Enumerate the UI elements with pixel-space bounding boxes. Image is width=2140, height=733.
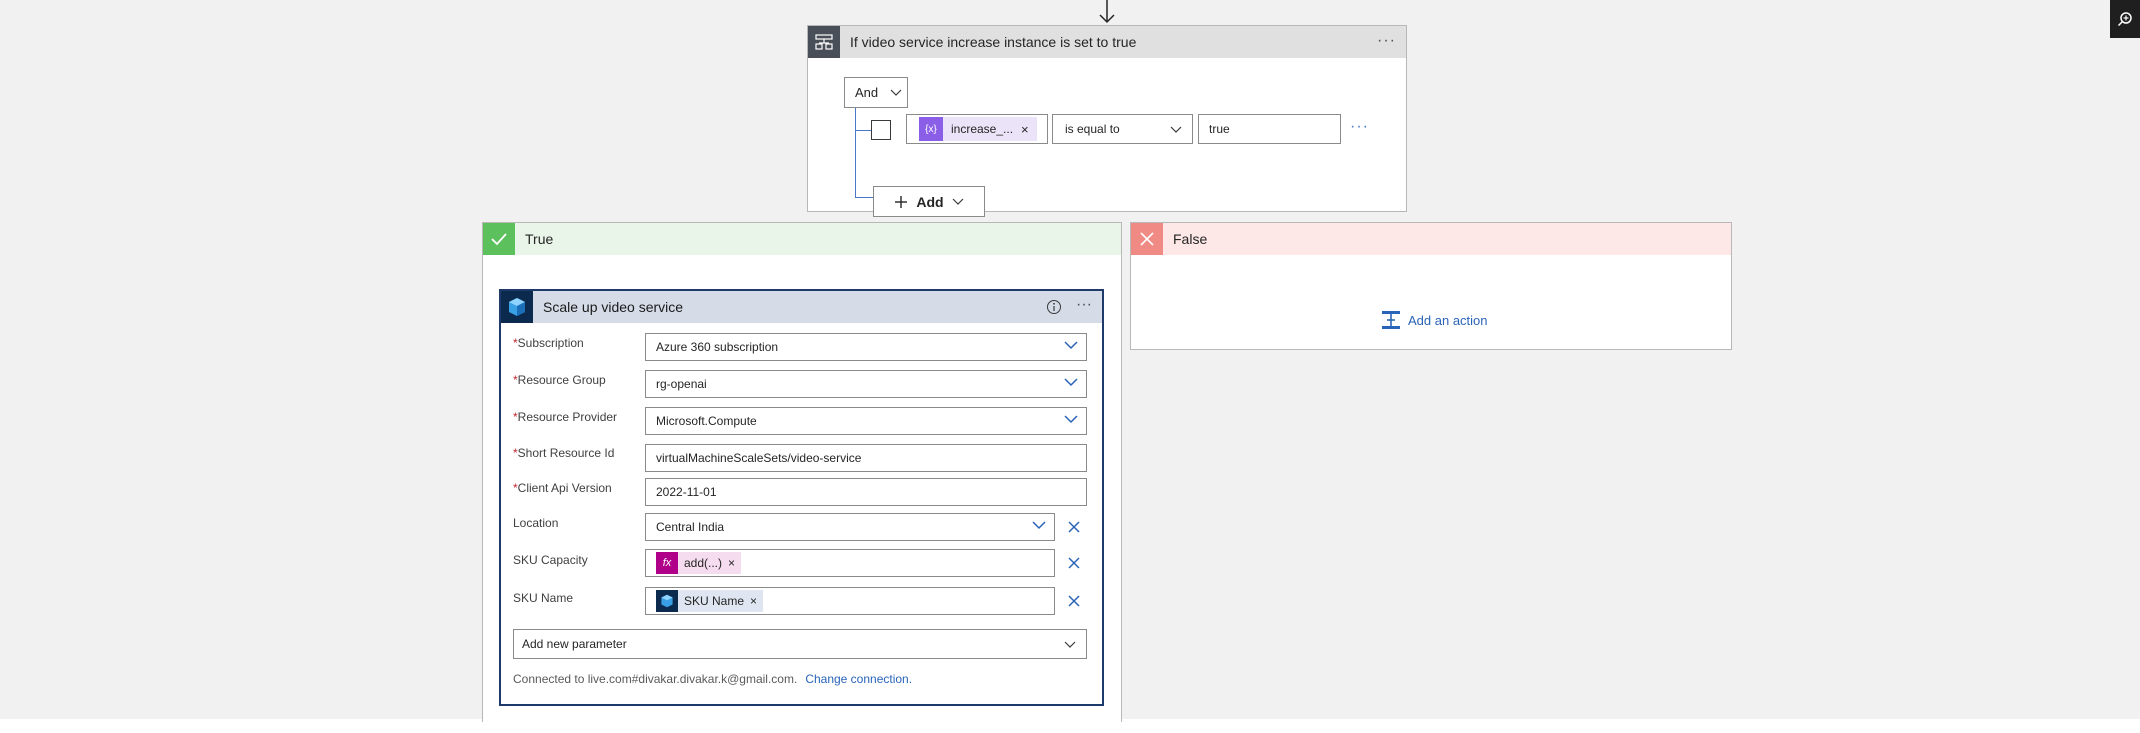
- resource-group-dropdown[interactable]: rg-openai: [645, 370, 1087, 398]
- condition-header[interactable]: If video service increase instance is se…: [808, 26, 1406, 58]
- clear-sku-name-icon[interactable]: [1067, 594, 1081, 608]
- action-menu-button[interactable]: ···: [1076, 296, 1092, 314]
- action-header[interactable]: Scale up video service ···: [501, 291, 1102, 323]
- expression-token-label: add(...): [684, 556, 723, 570]
- connected-text: Connected to live.com#divakar.divakar.k@…: [513, 672, 798, 686]
- chevron-down-icon: [1032, 521, 1046, 530]
- vm-scale-set-icon: [501, 291, 533, 323]
- add-new-parameter-dropdown[interactable]: Add new parameter: [513, 629, 1087, 659]
- zoom-in-button[interactable]: [2110, 0, 2140, 38]
- add-action-icon: [1382, 311, 1400, 329]
- false-branch-title: False: [1173, 231, 1208, 247]
- condition-title: If video service increase instance is se…: [850, 34, 1137, 50]
- short-resource-id-value: virtualMachineScaleSets/video-service: [656, 451, 862, 465]
- subscription-dropdown[interactable]: Azure 360 subscription: [645, 333, 1087, 361]
- variable-token-label: increase_...: [951, 122, 1014, 136]
- condition-value-input[interactable]: true: [1198, 114, 1341, 144]
- remove-token-icon[interactable]: ×: [750, 594, 763, 608]
- chevron-down-icon: [952, 198, 964, 205]
- resource-provider-value: Microsoft.Compute: [656, 414, 757, 428]
- remove-token-icon[interactable]: ×: [1021, 122, 1037, 137]
- param-label-short-resource-id: *Short Resource Id: [513, 446, 615, 460]
- tree-connector: [855, 108, 856, 198]
- dynamic-token-label: SKU Name: [684, 594, 745, 608]
- add-label: Add: [916, 193, 944, 210]
- client-api-version-input[interactable]: 2022-11-01: [645, 478, 1087, 506]
- dynamic-content-token[interactable]: SKU Name ×: [656, 590, 764, 612]
- group-operator-label: And: [855, 85, 879, 100]
- param-label-location: Location: [513, 516, 559, 530]
- variable-icon: {x}: [919, 117, 943, 141]
- param-label-subscription: *Subscription: [513, 336, 584, 350]
- row-checkbox[interactable]: [871, 120, 891, 140]
- short-resource-id-input[interactable]: virtualMachineScaleSets/video-service: [645, 444, 1087, 472]
- sku-name-input[interactable]: SKU Name ×: [645, 587, 1055, 615]
- chevron-down-icon: [890, 89, 902, 96]
- chevron-down-icon: [1064, 341, 1078, 350]
- vm-scale-set-icon: [656, 590, 678, 612]
- chevron-down-icon: [1170, 126, 1182, 133]
- check-icon: [483, 223, 515, 255]
- fx-icon: fx: [656, 552, 678, 574]
- change-connection-link[interactable]: Change connection.: [805, 672, 912, 686]
- subscription-value: Azure 360 subscription: [656, 340, 779, 354]
- resource-group-value: rg-openai: [656, 377, 707, 391]
- add-condition-button[interactable]: Add: [873, 186, 985, 217]
- client-api-version-value: 2022-11-01: [656, 485, 717, 499]
- info-icon[interactable]: [1046, 299, 1062, 315]
- chevron-down-icon: [1064, 641, 1076, 648]
- operator-dropdown[interactable]: is equal to: [1052, 114, 1193, 144]
- param-label-resource-provider: *Resource Provider: [513, 410, 618, 424]
- sku-capacity-input[interactable]: fx add(...) ×: [645, 549, 1055, 577]
- variable-token[interactable]: {x} increase_... ×: [919, 117, 1037, 141]
- param-label-resource-group: *Resource Group: [513, 373, 606, 387]
- expression-token[interactable]: fx add(...) ×: [656, 552, 742, 574]
- clear-sku-capacity-icon[interactable]: [1067, 556, 1081, 570]
- action-title: Scale up video service: [543, 299, 684, 315]
- param-label-sku-name: SKU Name: [513, 591, 574, 605]
- condition-icon: [808, 26, 840, 58]
- param-label-client-api-version: *Client Api Version: [513, 481, 612, 495]
- add-action-label: Add an action: [1408, 312, 1488, 328]
- clear-location-icon[interactable]: [1067, 520, 1081, 534]
- true-branch-header[interactable]: True: [483, 223, 1121, 255]
- true-branch-title: True: [525, 231, 554, 247]
- zoom-in-icon: [2117, 12, 2132, 27]
- false-branch-header[interactable]: False: [1131, 223, 1731, 255]
- condition-left-operand[interactable]: {x} increase_... ×: [906, 114, 1048, 144]
- param-label-sku-capacity: SKU Capacity: [513, 553, 588, 567]
- row-more-button[interactable]: ···: [1350, 118, 1369, 136]
- resource-provider-dropdown[interactable]: Microsoft.Compute: [645, 407, 1087, 435]
- remove-token-icon[interactable]: ×: [728, 556, 741, 570]
- close-icon: [1131, 223, 1163, 255]
- condition-value: true: [1209, 122, 1230, 136]
- down-arrow-icon: [1099, 0, 1115, 24]
- condition-menu-button[interactable]: ···: [1377, 32, 1396, 50]
- add-action-button[interactable]: Add an action: [1380, 309, 1488, 331]
- location-dropdown[interactable]: Central India: [645, 513, 1055, 541]
- operator-label: is equal to: [1065, 122, 1120, 136]
- location-value: Central India: [656, 520, 725, 534]
- condition-card: If video service increase instance is se…: [807, 25, 1407, 217]
- chevron-down-icon: [1064, 378, 1078, 387]
- add-new-parameter-label: Add new parameter: [522, 637, 627, 651]
- chevron-down-icon: [1064, 415, 1078, 424]
- connection-info: Connected to live.com#divakar.divakar.k@…: [513, 672, 912, 686]
- plus-icon: [895, 195, 908, 208]
- group-operator-dropdown[interactable]: And: [844, 77, 908, 108]
- scale-up-action-card: Scale up video service ··· *Subscription…: [499, 289, 1104, 706]
